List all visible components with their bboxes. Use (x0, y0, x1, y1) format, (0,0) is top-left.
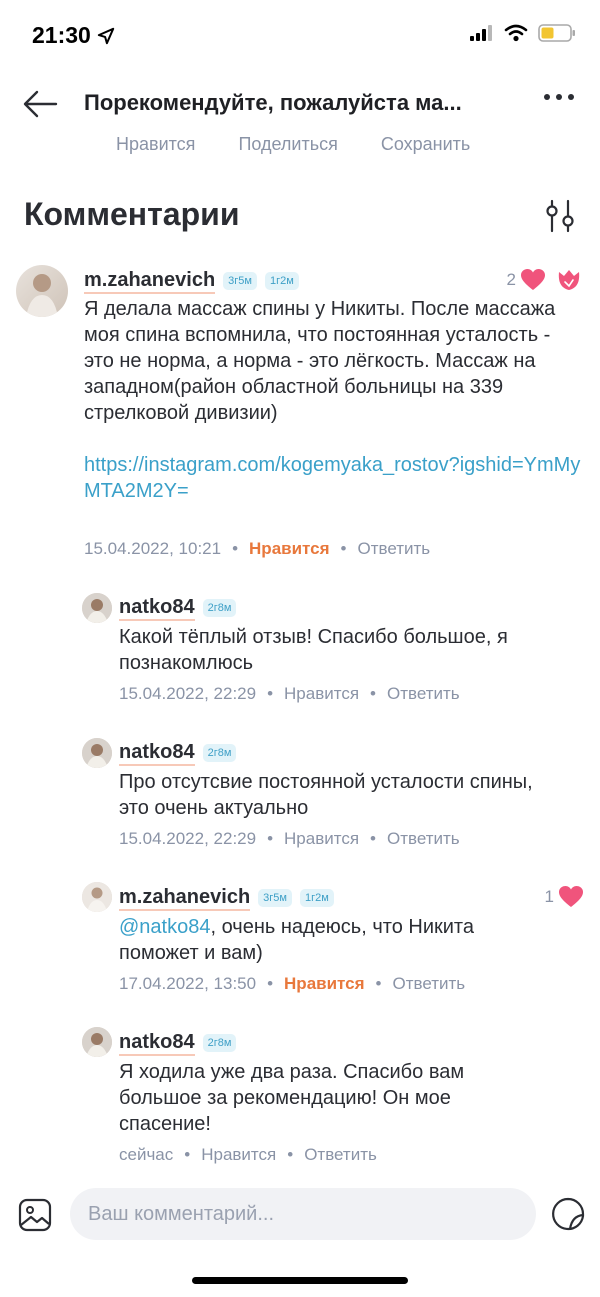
likes-count: 2 (506, 270, 516, 289)
comment-date: 15.04.2022, 22:29 (119, 829, 257, 848)
avatar[interactable] (82, 738, 112, 768)
comment-header: m.zahanevich 3г5м 1г2м (84, 268, 299, 294)
comment-meta: 15.04.2022, 10:21 • Нравится • Ответить (84, 539, 431, 559)
attach-image-icon[interactable] (18, 1198, 52, 1232)
like-comment-button[interactable]: Нравится (249, 539, 330, 559)
comment-meta: 15.04.2022, 22:29 • Нравится • Ответить (119, 684, 460, 704)
status-bar: 21:30 (0, 0, 600, 72)
status-badge: 2г8м (202, 1034, 237, 1052)
share-button[interactable]: Поделиться (238, 134, 337, 155)
location-arrow-icon (97, 27, 115, 44)
status-badge: 1г2м (299, 889, 334, 907)
more-options-icon[interactable] (544, 94, 574, 100)
like-comment-button[interactable]: Нравится (201, 1145, 276, 1165)
avatar[interactable] (82, 882, 112, 912)
reply-button[interactable]: Ответить (387, 684, 460, 704)
like-post-button[interactable]: Нравится (116, 134, 195, 155)
reply-button[interactable]: Ответить (387, 829, 460, 849)
avatar[interactable] (82, 1027, 112, 1057)
comment-text: Какой тёплый отзыв! Спасибо большое, я п… (119, 626, 508, 674)
status-badge: 2г8м (202, 599, 237, 617)
time-label: 21:30 (32, 22, 91, 48)
filter-sliders-icon[interactable] (542, 198, 578, 234)
comment-date: 15.04.2022, 22:29 (119, 684, 257, 703)
status-time: 21:30 (32, 22, 115, 49)
comment-date: сейчас (119, 1145, 174, 1164)
author-name[interactable]: natko84 (119, 595, 195, 621)
like-comment-button[interactable]: Нравится (284, 829, 359, 849)
like-comment-button[interactable]: Нравится (284, 684, 359, 704)
back-arrow-icon[interactable] (22, 88, 58, 120)
author-name[interactable]: m.zahanevich (119, 885, 251, 911)
comment-header: natko84 2г8м (119, 1030, 237, 1056)
wifi-icon (504, 24, 528, 42)
tulip-icon[interactable] (556, 268, 582, 292)
comment-text: Про отсутсвие постоянной усталости спины… (119, 771, 533, 819)
heart-icon[interactable] (520, 268, 546, 292)
comment-likes: 1 (545, 885, 584, 909)
reply-button[interactable]: Ответить (357, 539, 430, 559)
comment-header: natko84 2г8м (119, 740, 237, 766)
avatar[interactable] (82, 593, 112, 623)
mention-link[interactable]: @natko84 (119, 916, 210, 938)
save-button[interactable]: Сохранить (381, 134, 470, 155)
battery-icon (538, 24, 575, 42)
comment-input[interactable] (70, 1188, 536, 1240)
comment-date: 17.04.2022, 13:50 (119, 974, 257, 993)
author-name[interactable]: natko84 (119, 1030, 195, 1056)
status-badge: 3г5м (258, 889, 292, 907)
comment-date: 15.04.2022, 10:21 (84, 539, 222, 558)
comment-meta: сейчас • Нравится • Ответить (119, 1145, 377, 1165)
comment-likes: 2 (507, 268, 582, 292)
comment-composer (0, 1186, 600, 1246)
comment-link[interactable]: https://instagram.com/kogemyaka_rostov?i… (84, 454, 580, 502)
signal-icon (470, 25, 492, 41)
status-badge: 3г5м (223, 272, 257, 290)
author-name[interactable]: m.zahanevich (84, 268, 216, 294)
likes-count: 1 (544, 887, 554, 906)
comment-text: Я делала массаж спины у Никиты. После ма… (84, 296, 584, 504)
post-title: Порекомендуйте, пожалуйста ма... (84, 90, 462, 115)
like-comment-button[interactable]: Нравится (284, 974, 365, 994)
status-badge: 1г2м (264, 272, 299, 290)
status-icons (470, 24, 576, 42)
author-name[interactable]: natko84 (119, 740, 195, 766)
home-indicator[interactable] (192, 1277, 408, 1284)
reply-button[interactable]: Ответить (392, 974, 465, 994)
comment-text: @natko84, очень надеюсь, что Никита помо… (119, 914, 539, 966)
post-header: Порекомендуйте, пожалуйста ма... (0, 82, 600, 126)
comment-meta: 15.04.2022, 22:29 • Нравится • Ответить (119, 829, 460, 849)
comments-title: Комментарии (24, 196, 240, 232)
reply-button[interactable]: Ответить (304, 1145, 377, 1165)
post-actions: Нравится Поделиться Сохранить (116, 134, 470, 155)
avatar[interactable] (16, 265, 68, 317)
sticker-icon[interactable] (550, 1196, 586, 1232)
comment-header: m.zahanevich 3г5м 1г2м (119, 885, 334, 911)
comment-meta: 17.04.2022, 13:50 • Нравится • Ответить (119, 974, 466, 994)
heart-icon[interactable] (558, 885, 584, 909)
status-badge: 2г8м (202, 744, 237, 762)
comment-header: natko84 2г8м (119, 595, 237, 621)
comment-body: Я делала массаж спины у Никиты. После ма… (84, 298, 556, 424)
comment-text: Я ходила уже два раза. Спасибо вам больш… (119, 1061, 465, 1135)
